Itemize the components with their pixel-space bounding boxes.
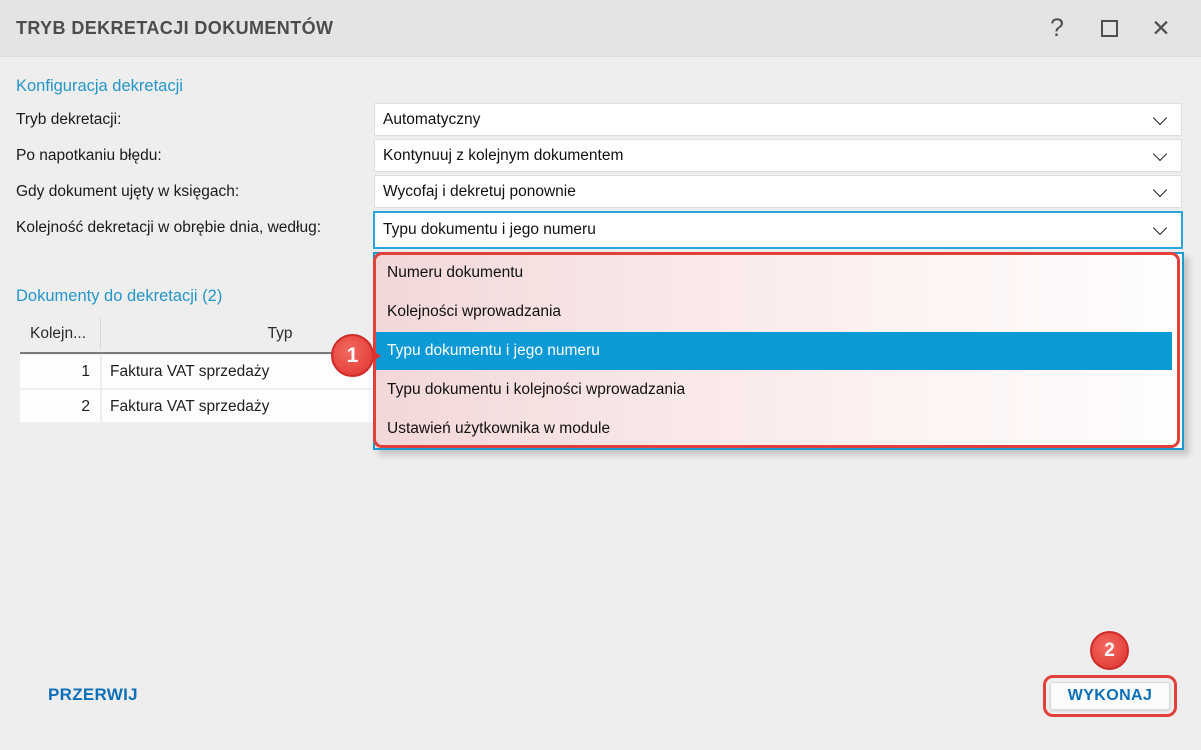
dropdown-item[interactable]: Typu dokumentu i kolejności wprowadzania [375, 370, 1182, 409]
dropdown-item[interactable]: Ustawień użytkownika w module [375, 409, 1182, 448]
chevron-down-icon [1153, 182, 1167, 196]
window-controls: ? ✕ [1031, 0, 1187, 57]
help-icon: ? [1050, 14, 1064, 43]
combobox-tryb-dekretacji[interactable]: Automatyczny [374, 103, 1182, 136]
combobox-po-napotkaniu-bledu[interactable]: Kontynuuj z kolejnym dokumentem [374, 139, 1182, 172]
combobox-value: Automatyczny [375, 111, 1155, 129]
dropdown-item[interactable]: Kolejności wprowadzania [375, 293, 1182, 332]
dialog-tryb-dekretacji: TRYB DEKRETACJI DOKUMENTÓW ? ✕ Konfigura… [0, 0, 1201, 750]
cell-kolejnosc: 1 [20, 355, 100, 388]
close-button[interactable]: ✕ [1135, 0, 1187, 57]
close-icon: ✕ [1151, 15, 1170, 42]
table-column-separator [100, 318, 101, 350]
annotation-step-1-badge: 1 [331, 334, 374, 377]
annotation-step-2-badge: 2 [1090, 631, 1129, 670]
chevron-down-icon [1153, 221, 1167, 235]
field-label-kolejnosc-dekretacji: Kolejność dekretacji w obrębie dnia, wed… [16, 211, 321, 245]
combobox-kolejnosc-dekretacji[interactable]: Typu dokumentu i jego numeru [373, 211, 1183, 249]
combobox-value: Wycofaj i dekretuj ponownie [375, 183, 1155, 201]
field-label-po-napotkaniu-bledu: Po napotkaniu błędu: [16, 139, 162, 173]
combobox-value: Typu dokumentu i jego numeru [375, 221, 1155, 239]
section-title-konfiguracja: Konfiguracja dekretacji [16, 77, 183, 96]
combobox-value: Kontynuuj z kolejnym dokumentem [375, 147, 1155, 165]
annotation-box-wykonaj: WYKONAJ [1043, 675, 1177, 717]
titlebar: TRYB DEKRETACJI DOKUMENTÓW ? ✕ [0, 0, 1201, 57]
section-title-dokumenty: Dokumenty do dekretacji (2) [16, 287, 222, 306]
window-title: TRYB DEKRETACJI DOKUMENTÓW [16, 0, 333, 57]
chevron-down-icon [1153, 146, 1167, 160]
field-label-tryb-dekretacji: Tryb dekretacji: [16, 103, 121, 137]
dropdown-item-selected[interactable]: Typu dokumentu i jego numeru [375, 332, 1182, 371]
wykonaj-button[interactable]: WYKONAJ [1050, 682, 1170, 710]
table-header-kolejnosc[interactable]: Kolejn... [30, 316, 100, 352]
dropdown-list: Numeru dokumentu Kolejności wprowadzania… [373, 252, 1184, 450]
field-label-gdy-dokument-ujety: Gdy dokument ujęty w księgach: [16, 175, 239, 209]
help-button[interactable]: ? [1031, 0, 1083, 57]
combobox-gdy-dokument-ujety[interactable]: Wycofaj i dekretuj ponownie [374, 175, 1182, 208]
chevron-down-icon [1153, 110, 1167, 124]
maximize-icon [1101, 20, 1118, 37]
maximize-button[interactable] [1083, 0, 1135, 57]
dropdown-item[interactable]: Numeru dokumentu [375, 254, 1182, 293]
cell-kolejnosc: 2 [20, 390, 100, 422]
przerwij-button[interactable]: PRZERWIJ [48, 680, 138, 710]
